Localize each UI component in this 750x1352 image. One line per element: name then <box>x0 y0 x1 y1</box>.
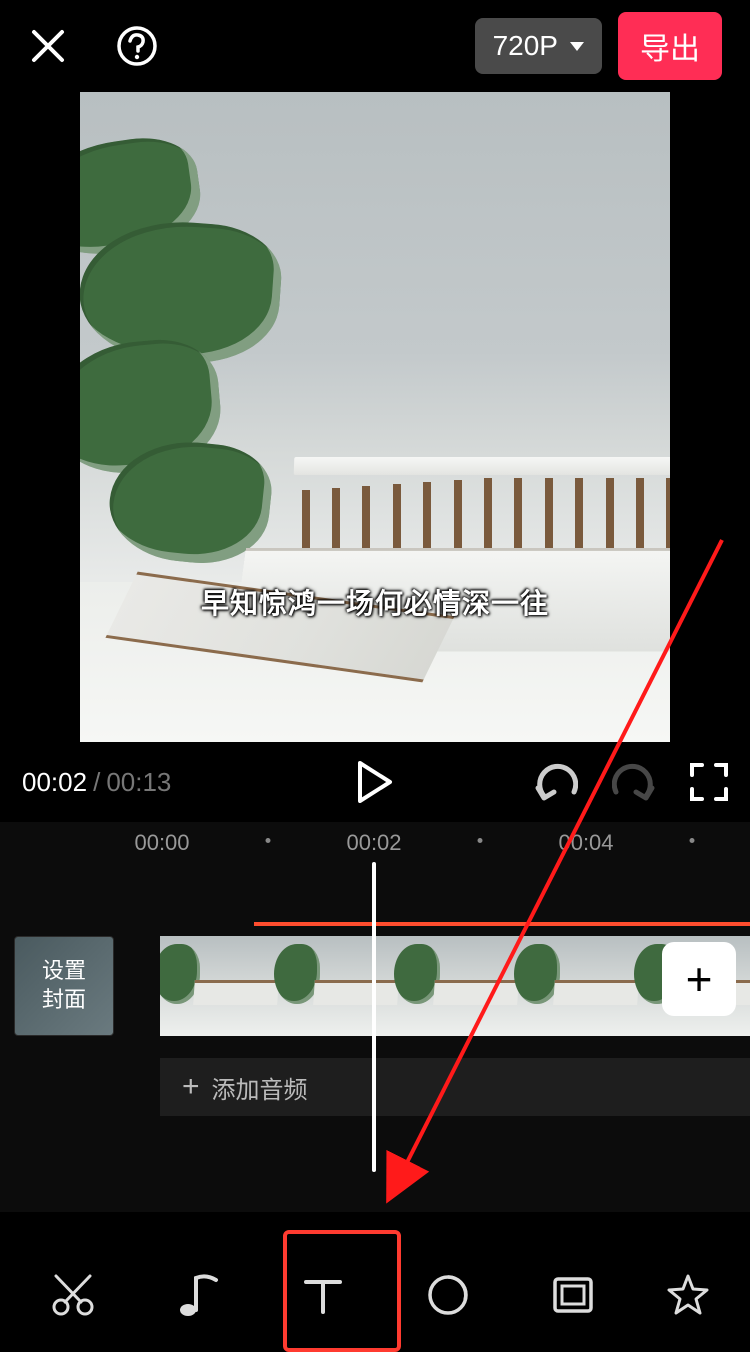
resolution-selector[interactable]: 720P <box>475 18 602 74</box>
music-note-icon <box>176 1272 220 1318</box>
add-audio-track[interactable]: + 添加音频 <box>160 1058 750 1116</box>
add-audio-label: 添加音频 <box>212 1070 308 1105</box>
header-bar: 720P 导出 <box>0 0 750 92</box>
tool-cut[interactable] <box>33 1255 113 1335</box>
redo-button <box>612 762 656 802</box>
video-preview[interactable]: 早知惊鸿一场何必情深一往 <box>80 92 670 742</box>
text-layer-marker[interactable] <box>254 922 750 926</box>
help-icon[interactable] <box>116 25 158 67</box>
ruler-dot <box>690 838 695 843</box>
tool-sticker[interactable] <box>408 1255 488 1335</box>
sticker-icon <box>425 1272 471 1318</box>
ruler-tick: 00:04 <box>558 830 613 856</box>
undo-button[interactable] <box>534 762 578 802</box>
playback-bar: 00:02 / 00:13 <box>0 742 750 822</box>
fullscreen-button[interactable] <box>690 763 728 801</box>
tool-audio[interactable] <box>158 1255 238 1335</box>
text-icon <box>300 1272 346 1318</box>
total-time: 00:13 <box>106 767 171 798</box>
export-button[interactable]: 导出 <box>618 12 722 80</box>
video-subtitle[interactable]: 早知惊鸿一场何必情深一往 <box>80 582 670 622</box>
close-icon[interactable] <box>28 26 68 66</box>
ruler-tick: 00:00 <box>134 830 189 856</box>
time-separator: / <box>93 767 100 798</box>
resolution-label: 720P <box>493 30 558 62</box>
tool-effects[interactable] <box>658 1255 718 1335</box>
scissors-icon <box>50 1272 96 1318</box>
ruler-dot <box>266 838 271 843</box>
ruler-dot <box>478 838 483 843</box>
clip-thumbnail[interactable] <box>400 936 520 1036</box>
tool-bar <box>0 1240 750 1350</box>
play-button[interactable] <box>356 761 394 803</box>
set-cover-label: 设置 封面 <box>42 957 86 1014</box>
preview-scene-posts <box>294 472 670 550</box>
export-label: 导出 <box>640 33 700 66</box>
picture-icon <box>550 1272 596 1318</box>
preview-scene-tree <box>80 142 280 562</box>
add-clip-button[interactable]: + <box>662 942 736 1016</box>
clip-thumbnail[interactable] <box>520 936 640 1036</box>
plus-icon: + <box>182 1070 200 1104</box>
star-icon <box>665 1272 711 1318</box>
clip-thumbnail[interactable] <box>280 936 400 1036</box>
plus-icon: + <box>686 952 713 1006</box>
playhead[interactable] <box>372 862 376 1172</box>
clip-thumbnail[interactable] <box>160 936 280 1036</box>
tool-text[interactable] <box>283 1255 363 1335</box>
current-time: 00:02 <box>22 767 87 798</box>
timeline-ruler[interactable]: 00:00 00:02 00:04 <box>0 822 750 862</box>
ruler-tick: 00:02 <box>346 830 401 856</box>
set-cover-button[interactable]: 设置 封面 <box>14 936 114 1036</box>
tool-overlay[interactable] <box>533 1255 613 1335</box>
timeline[interactable]: 设置 封面 + + 添加音频 <box>0 862 750 1212</box>
